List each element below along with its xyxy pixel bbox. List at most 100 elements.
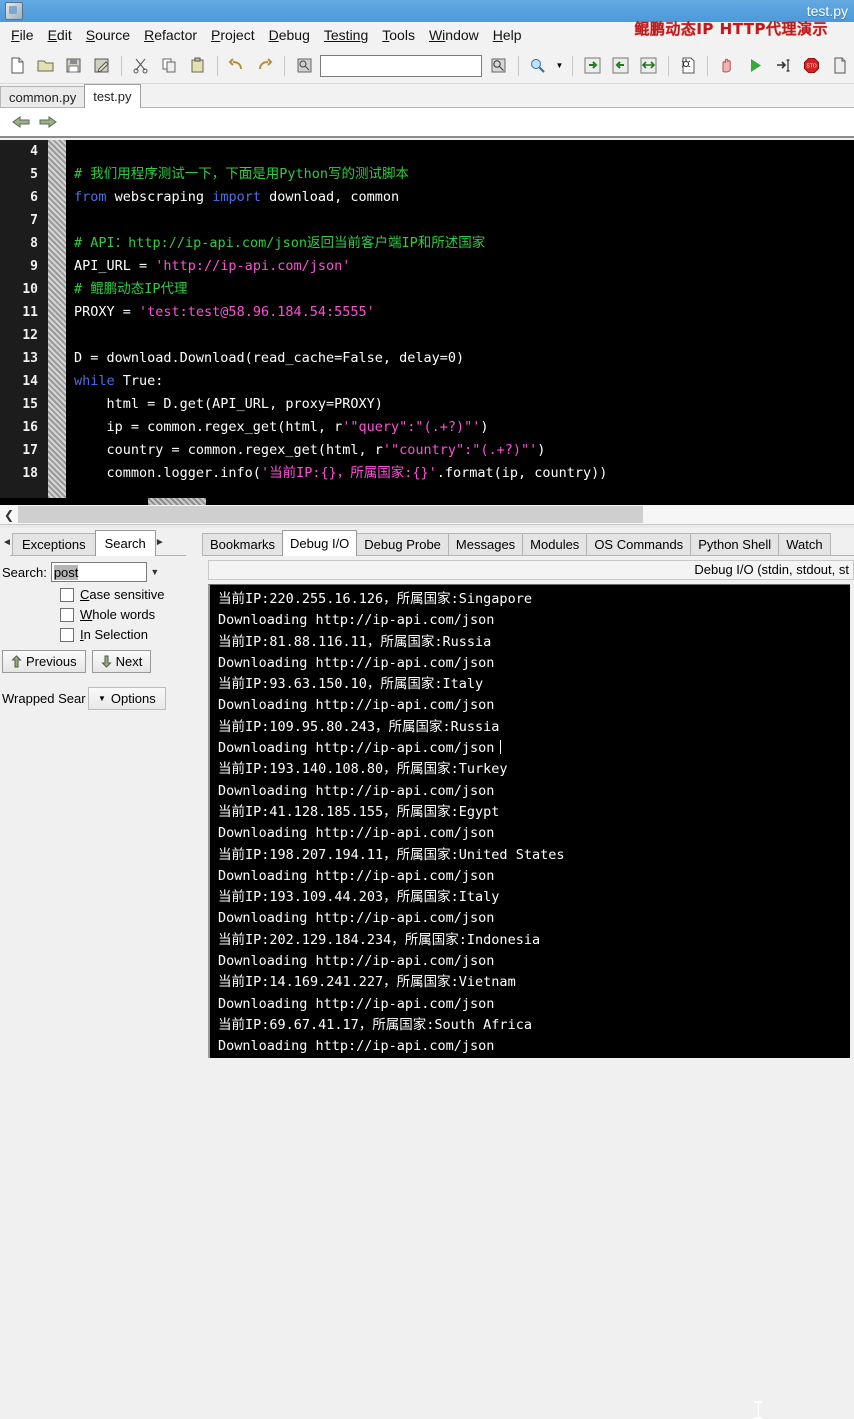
forward-arrow-icon[interactable] <box>34 112 60 132</box>
debug-tab-os-commands[interactable]: OS Commands <box>586 533 692 556</box>
find-go-icon[interactable] <box>485 52 511 80</box>
code-line[interactable]: API_URL = 'http://ip-api.com/json' <box>74 255 854 278</box>
debug-tab-messages[interactable]: Messages <box>447 533 524 556</box>
new-file-icon[interactable] <box>4 52 30 80</box>
search-input[interactable]: post <box>50 562 147 582</box>
debug-tab-bookmarks[interactable]: Bookmarks <box>202 533 284 556</box>
code-line[interactable]: PROXY = 'test:test@58.96.184.54:5555' <box>74 301 854 324</box>
menu-item-source[interactable]: Source <box>79 24 137 46</box>
code-line[interactable]: D = download.Download(read_cache=False, … <box>74 347 854 370</box>
back-arrow-icon[interactable] <box>8 112 34 132</box>
bottom-panels: ◄ Exceptions Search ► Search: post ▼ Case s… <box>0 528 854 1419</box>
step-into-icon[interactable] <box>770 52 796 80</box>
code-line[interactable] <box>74 324 854 347</box>
paste-icon[interactable] <box>184 52 210 80</box>
debug-script-icon[interactable] <box>675 52 701 80</box>
code-line[interactable] <box>74 140 854 163</box>
code-line[interactable] <box>74 209 854 232</box>
code-line[interactable]: ip = common.regex_get(html, r'"query":"(… <box>74 416 854 439</box>
options-button[interactable]: ▼ Options <box>88 687 166 710</box>
code-editor[interactable]: 4 5 6 7 8 9 10 11 12 13 14 15 16 17 18 # 我们用程序测试一下，下面是… <box>0 140 854 498</box>
checkbox-whole-words[interactable]: Whole words <box>60 607 196 622</box>
splitter-handle[interactable] <box>18 506 643 523</box>
code-line[interactable]: html = D.get(API_URL, proxy=PROXY) <box>74 393 854 416</box>
stop-icon[interactable]: STO <box>799 52 825 80</box>
code-line[interactable]: # API：http://ip-api.com/json返回当前客户端IP和所述… <box>74 232 854 255</box>
code-line[interactable]: # 鲲鹏动态IP代理 <box>74 278 854 301</box>
chevron-down-icon: ▼ <box>98 694 106 703</box>
debug-tab-python-shell[interactable]: Python Shell <box>690 533 780 556</box>
panel-splitter-bar[interactable]: ❮ <box>0 505 854 524</box>
menu-item-project[interactable]: Project <box>204 24 262 46</box>
menu-item-testing[interactable]: Testing <box>317 24 375 46</box>
line-number: 15 <box>22 397 38 412</box>
code-line[interactable]: common.logger.info('当前IP:{}，所属国家:{}'.for… <box>74 462 854 485</box>
menu-item-window[interactable]: Window <box>422 24 486 46</box>
step-both-icon[interactable] <box>635 52 661 80</box>
wrapped-search-label: Wrapped Sear <box>2 691 86 706</box>
scroll-left-icon[interactable]: ◄ <box>2 530 12 556</box>
code-line[interactable]: while True: <box>74 370 854 393</box>
zoom-search-dropdown-icon[interactable]: ▼ <box>553 52 566 80</box>
save-as-icon[interactable] <box>89 52 115 80</box>
checkbox-case-sensitive[interactable]: Case sensitive <box>60 587 196 602</box>
search-options-group: Case sensitive Whole words In Selection <box>0 587 196 642</box>
editor-horizontal-scrollbar[interactable] <box>0 498 854 505</box>
menu-item-file[interactable]: File <box>4 24 41 46</box>
debug-io-console[interactable]: 当前IP:220.255.16.126，所属国家:Singapore Downlo… <box>208 584 850 1058</box>
debug-tab-debug-i-o[interactable]: Debug I/O <box>282 530 358 556</box>
splitter-track <box>643 507 854 522</box>
next-button[interactable]: Next <box>91 650 152 673</box>
save-icon[interactable] <box>60 52 86 80</box>
line-number: 18 <box>22 466 38 481</box>
previous-button[interactable]: Previous <box>2 650 86 673</box>
code-line[interactable]: # 我们用程序测试一下，下面是用Python写的测试脚本 <box>74 163 854 186</box>
code-token: ) <box>537 442 546 458</box>
checkbox-box[interactable] <box>60 587 74 602</box>
undo-icon[interactable] <box>224 52 250 80</box>
window-title: test.py <box>806 3 848 19</box>
debug-tab-debug-probe[interactable]: Debug Probe <box>356 533 449 556</box>
console-line: Downloading http://ip-api.com/json <box>218 867 495 884</box>
menu-item-edit[interactable]: Edit <box>41 24 79 46</box>
code-line[interactable]: country = common.regex_get(html, r'"coun… <box>74 439 854 462</box>
scrollbar-thumb[interactable] <box>148 498 206 505</box>
copy-icon[interactable] <box>156 52 182 80</box>
debug-tab-watch[interactable]: Watch <box>778 533 831 556</box>
pause-hand-icon[interactable] <box>714 52 740 80</box>
debug-tab-modules[interactable]: Modules <box>522 533 588 556</box>
cut-icon[interactable] <box>128 52 154 80</box>
checkbox-label: Whole words <box>80 607 156 622</box>
search-tab-exceptions[interactable]: Exceptions <box>12 533 96 556</box>
redo-icon[interactable] <box>252 52 278 80</box>
checkbox-in-selection[interactable]: In Selection <box>60 627 196 642</box>
file-tab-test-py[interactable]: test.py <box>84 84 141 108</box>
menu-item-tools[interactable]: Tools <box>375 24 422 46</box>
menu-item-help[interactable]: Help <box>486 24 529 46</box>
run-icon[interactable] <box>742 52 768 80</box>
menu-item-debug[interactable]: Debug <box>262 24 317 46</box>
debug-panel: Bookmarks Debug I/O Debug Probe Messages Mod… <box>196 528 854 1419</box>
collapse-left-icon[interactable]: ❮ <box>0 508 18 522</box>
fold-margin[interactable] <box>48 140 66 498</box>
scroll-right-icon[interactable]: ► <box>155 530 165 556</box>
console-line: Downloading http://ip-api.com/json <box>218 953 495 970</box>
restart-icon[interactable] <box>827 52 853 80</box>
file-tab-common-py[interactable]: common.py <box>0 86 86 108</box>
find-icon[interactable] <box>291 52 317 80</box>
code-text-area[interactable]: # 我们用程序测试一下，下面是用Python写的测试脚本 from webscra… <box>66 140 854 498</box>
search-tab-search[interactable]: Search <box>94 530 156 556</box>
code-line[interactable]: from webscraping import download, common <box>74 186 854 209</box>
line-number: 12 <box>22 328 38 343</box>
step-back-icon[interactable] <box>607 52 633 80</box>
step-forward-icon[interactable] <box>579 52 605 80</box>
checkbox-box[interactable] <box>60 627 74 642</box>
toolbar-search-input[interactable] <box>320 54 483 77</box>
open-folder-icon[interactable] <box>32 52 58 80</box>
chevron-down-icon[interactable]: ▼ <box>147 567 163 577</box>
checkbox-box[interactable] <box>60 607 74 622</box>
checkbox-label: Case sensitive <box>80 587 165 602</box>
search-panel-tabs: ◄ Exceptions Search ► <box>0 528 196 556</box>
zoom-search-icon[interactable] <box>525 52 551 80</box>
menu-item-refactor[interactable]: Refactor <box>137 24 204 46</box>
